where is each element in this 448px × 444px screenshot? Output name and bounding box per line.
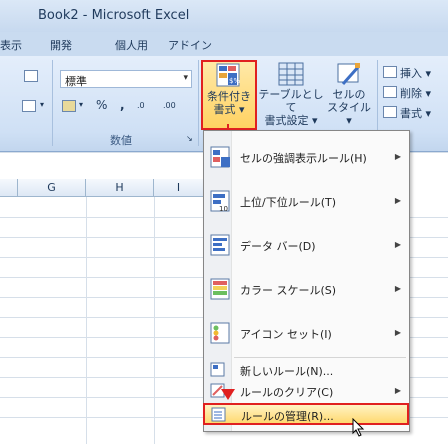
submenu-arrow-icon: ▶ bbox=[394, 240, 401, 249]
menu-item-label: 上位/下位ルール(T) bbox=[240, 196, 337, 209]
top-bottom-rules-icon: 10 bbox=[210, 190, 232, 213]
svg-text:10: 10 bbox=[219, 205, 228, 212]
delete-cells-icon bbox=[383, 86, 397, 98]
chevron-down-icon: ▾ bbox=[183, 73, 188, 83]
comma-button[interactable]: , bbox=[120, 98, 125, 112]
merge-cells-icon[interactable] bbox=[22, 100, 36, 112]
menu-item-label: セルの強調表示ルール(H) bbox=[240, 152, 367, 165]
title-bar: Book2 - Microsoft Excel bbox=[0, 0, 448, 32]
cell-styles-icon bbox=[335, 60, 363, 88]
tab-developer[interactable]: 開発 bbox=[50, 37, 72, 53]
gridline bbox=[154, 197, 155, 444]
menu-separator bbox=[234, 357, 406, 358]
number-format-value: 標準 bbox=[65, 75, 87, 88]
menu-item-data-bars[interactable]: データ バー(D) ▶ bbox=[204, 223, 409, 267]
mouse-cursor-icon bbox=[352, 417, 366, 441]
format-as-table-label-1: テーブルとして bbox=[258, 88, 324, 114]
group-separator bbox=[52, 60, 53, 146]
gridline bbox=[86, 197, 87, 444]
window-title: Book2 - Microsoft Excel bbox=[38, 8, 190, 23]
number-format-select[interactable]: 標準 ▾ bbox=[60, 70, 192, 88]
color-scales-icon bbox=[210, 278, 232, 300]
menu-item-label: ルールの管理(R)... bbox=[241, 410, 334, 423]
table-grid-icon bbox=[277, 60, 305, 88]
menu-item-label: ルールのクリア(C) bbox=[240, 386, 334, 399]
column-header-g[interactable]: G bbox=[18, 179, 86, 197]
submenu-arrow-icon: ▶ bbox=[394, 152, 401, 161]
menu-item-label: カラー スケール(S) bbox=[240, 284, 337, 297]
data-bars-icon bbox=[210, 234, 232, 256]
new-rule-icon bbox=[210, 362, 226, 378]
chevron-down-icon[interactable]: ▾ bbox=[40, 100, 44, 109]
menu-item-label: データ バー(D) bbox=[240, 240, 316, 253]
cell-styles-label-1: セルの bbox=[332, 88, 366, 101]
format-as-table-label-2: 書式設定 ▾ bbox=[264, 114, 318, 127]
insert-cells-icon bbox=[383, 66, 397, 78]
cell-styles-button[interactable]: セルの スタイル ▾ bbox=[326, 60, 372, 130]
cell-styles-label-2: スタイル ▾ bbox=[327, 101, 371, 127]
manage-rules-icon bbox=[211, 407, 227, 423]
annotation-arrow-icon bbox=[221, 389, 235, 400]
menu-item-icon-sets[interactable]: アイコン セット(I) ▶ bbox=[204, 311, 409, 355]
chevron-down-icon[interactable]: ▾ bbox=[79, 100, 83, 109]
conditional-formatting-button[interactable]: $% 条件付き 書式 ▾ bbox=[201, 60, 257, 130]
group-label-number: 数値 bbox=[110, 134, 132, 147]
menu-item-manage-rules[interactable]: ルールの管理(R)... bbox=[203, 403, 409, 425]
tab-view[interactable]: 表示 bbox=[0, 37, 22, 53]
format-button[interactable]: 書式 ▾ bbox=[400, 105, 431, 121]
submenu-arrow-icon: ▶ bbox=[394, 284, 401, 293]
menu-item-top-bottom-rules[interactable]: 10 上位/下位ルール(T) ▶ bbox=[204, 179, 409, 223]
tab-addins[interactable]: アドイン bbox=[168, 37, 212, 53]
column-header-h[interactable]: H bbox=[86, 179, 154, 197]
highlight-cells-icon bbox=[210, 146, 232, 168]
delete-button[interactable]: 削除 ▾ bbox=[400, 85, 431, 101]
menu-item-label: アイコン セット(I) bbox=[240, 328, 332, 341]
conditional-formatting-menu: セルの強調表示ルール(H) ▶ 10 上位/下位ルール(T) ▶ データ バー(… bbox=[203, 130, 410, 432]
insert-button[interactable]: 挿入 ▾ bbox=[400, 65, 431, 81]
submenu-arrow-icon: ▶ bbox=[394, 328, 401, 337]
format-cells-icon bbox=[383, 106, 397, 118]
format-as-table-button[interactable]: テーブルとして 書式設定 ▾ bbox=[258, 60, 324, 130]
dialog-launcher-icon[interactable]: ↘ bbox=[186, 134, 193, 143]
submenu-arrow-icon: ▶ bbox=[394, 196, 401, 205]
menu-item-color-scales[interactable]: カラー スケール(S) ▶ bbox=[204, 267, 409, 311]
group-separator bbox=[198, 60, 199, 146]
menu-item-highlight-cells-rules[interactable]: セルの強調表示ルール(H) ▶ bbox=[204, 135, 409, 179]
tab-personal[interactable]: 個人用 bbox=[115, 37, 148, 53]
conditional-formatting-icon: $% bbox=[215, 62, 243, 90]
submenu-arrow-icon: ▶ bbox=[394, 386, 401, 395]
menu-item-new-rule[interactable]: 新しいルール(N)... bbox=[204, 360, 409, 380]
menu-item-label: 新しいルール(N)... bbox=[240, 365, 334, 378]
conditional-formatting-label-1: 条件付き bbox=[207, 90, 251, 103]
column-header-i[interactable]: I bbox=[154, 179, 204, 197]
icon-sets-icon bbox=[210, 322, 232, 344]
decrease-decimal-icon[interactable]: .00 bbox=[163, 101, 176, 110]
column-header-partial[interactable] bbox=[0, 179, 18, 197]
ribbon-tabs: 表示 開発 個人用 アドイン bbox=[0, 32, 448, 56]
svg-text:$%: $% bbox=[229, 77, 240, 85]
wrap-text-icon[interactable] bbox=[24, 70, 38, 82]
currency-icon[interactable] bbox=[62, 100, 76, 112]
increase-decimal-icon[interactable]: .0 bbox=[137, 101, 145, 110]
conditional-formatting-label-2: 書式 ▾ bbox=[213, 103, 245, 116]
percent-button[interactable]: % bbox=[96, 98, 107, 112]
